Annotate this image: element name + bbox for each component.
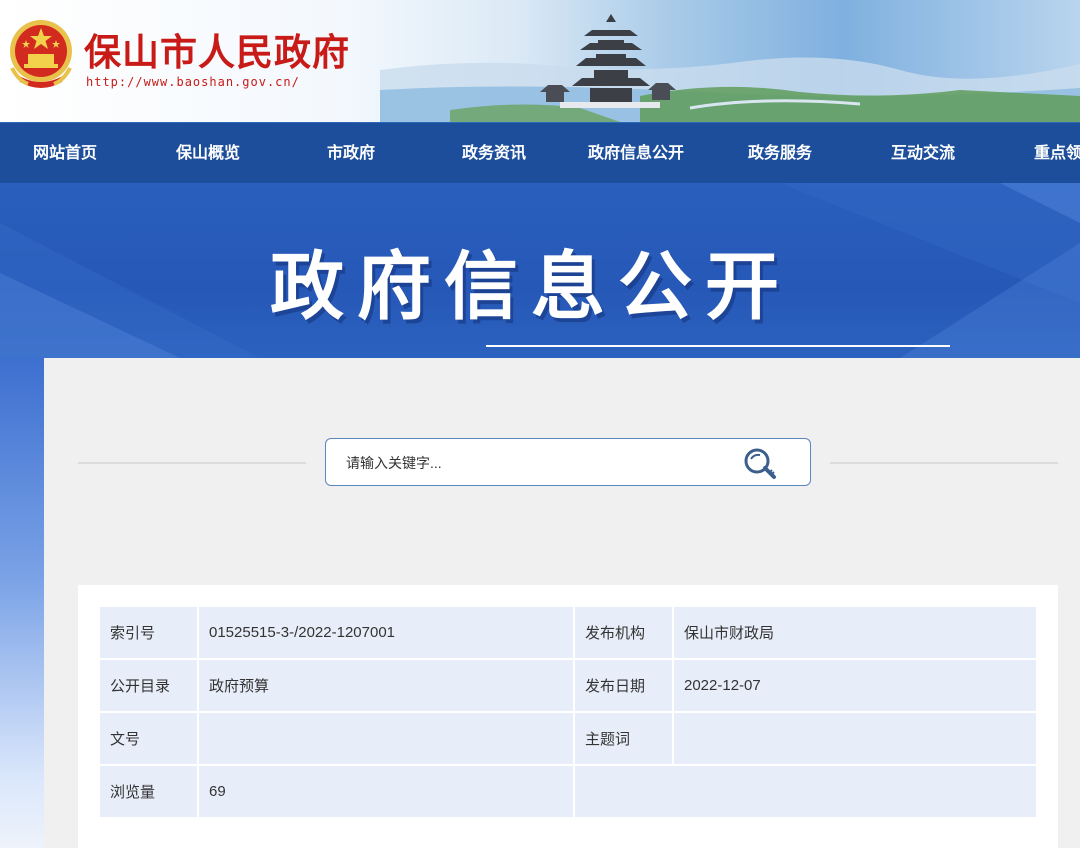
index-number-label: 索引号 [98,605,199,660]
empty-cell [573,764,1038,819]
national-emblem-icon [10,20,72,88]
main-nav: 网站首页 保山概览 市政府 政务资讯 政府信息公开 政务服务 互动交流 重点领 [0,122,1080,183]
nav-item-services[interactable]: 政务服务 [748,123,812,183]
index-number-value: 01525515-3-/2022-1207001 [197,605,575,660]
table-row: 浏览量 69 [98,764,1038,819]
table-row: 文号 主题词 [98,711,1038,766]
site-title: 保山市人民政府 [84,30,350,74]
side-decoration [0,358,44,848]
banner-underline [486,345,950,347]
catalog-value: 政府预算 [197,658,575,713]
keywords-label: 主题词 [573,711,674,766]
content-panel: 索引号 01525515-3-/2022-1207001 发布机构 保山市财政局… [44,358,1080,848]
search-divider-right [830,462,1058,464]
section-banner: 政府信息公开 [0,183,1080,358]
search-divider-left [78,462,306,464]
views-label: 浏览量 [98,764,199,819]
magnifier-key-icon[interactable] [740,446,780,480]
publish-date-label: 发布日期 [573,658,674,713]
nav-item-government[interactable]: 市政府 [327,123,375,183]
document-number-value [197,711,575,766]
table-row: 索引号 01525515-3-/2022-1207001 发布机构 保山市财政局 [98,605,1038,660]
catalog-label: 公开目录 [98,658,199,713]
nav-item-interaction[interactable]: 互动交流 [891,123,955,183]
nav-item-overview[interactable]: 保山概览 [176,123,240,183]
nav-item-disclosure[interactable]: 政府信息公开 [588,123,684,183]
views-value: 69 [197,764,575,819]
document-number-label: 文号 [98,711,199,766]
search-box [325,438,811,487]
search-input[interactable] [344,439,708,487]
nav-item-news[interactable]: 政务资讯 [462,123,526,183]
publisher-value: 保山市财政局 [672,605,1038,660]
site-header: 保山市人民政府 http://www.baoshan.gov.cn/ [0,0,1080,122]
nav-item-home[interactable]: 网站首页 [33,123,97,183]
publish-date-value: 2022-12-07 [672,658,1038,713]
info-card: 索引号 01525515-3-/2022-1207001 发布机构 保山市财政局… [78,585,1058,848]
table-row: 公开目录 政府预算 发布日期 2022-12-07 [98,658,1038,713]
publisher-label: 发布机构 [573,605,674,660]
nav-item-key-areas[interactable]: 重点领 [1034,123,1080,183]
site-url: http://www.baoshan.gov.cn/ [86,75,300,89]
banner-title: 政府信息公开 [270,244,792,330]
keywords-value [672,711,1038,766]
metadata-table: 索引号 01525515-3-/2022-1207001 发布机构 保山市财政局… [98,605,1038,819]
